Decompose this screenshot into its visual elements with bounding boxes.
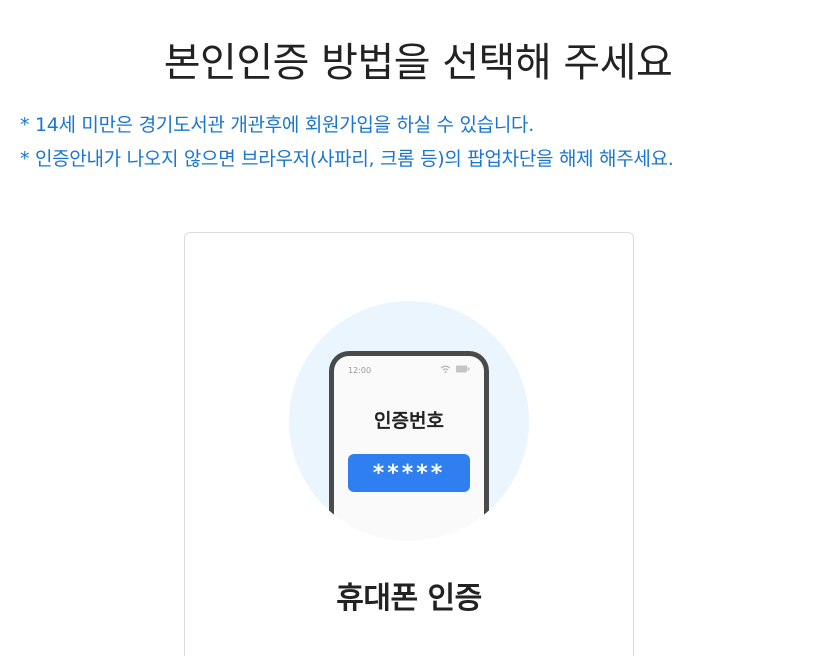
phone-auth-illustration: 12:00 인증번호 ***** [289, 301, 529, 541]
masked-code-box: ***** [348, 454, 470, 492]
wifi-icon [440, 365, 451, 373]
phone-time: 12:00 [348, 366, 372, 375]
phone-status-bar [440, 365, 470, 373]
notice-age-limit: * 14세 미만은 경기도서관 개관후에 회원가입을 하실 수 있습니다. [20, 114, 534, 136]
phone-auth-label: 휴대폰 인증 [336, 581, 482, 616]
phone-illustration: 12:00 인증번호 ***** [329, 351, 489, 541]
phone-auth-card[interactable]: 12:00 인증번호 ***** 휴대폰 인증 [184, 232, 634, 656]
notice-popup-block: * 인증안내가 나오지 않으면 브라우저(사파리, 크롬 등)의 팝업차단을 해… [20, 148, 674, 170]
page-title: 본인인증 방법을 선택해 주세요 [163, 40, 673, 86]
verification-code-label: 인증번호 [374, 410, 444, 432]
battery-icon [456, 365, 470, 373]
